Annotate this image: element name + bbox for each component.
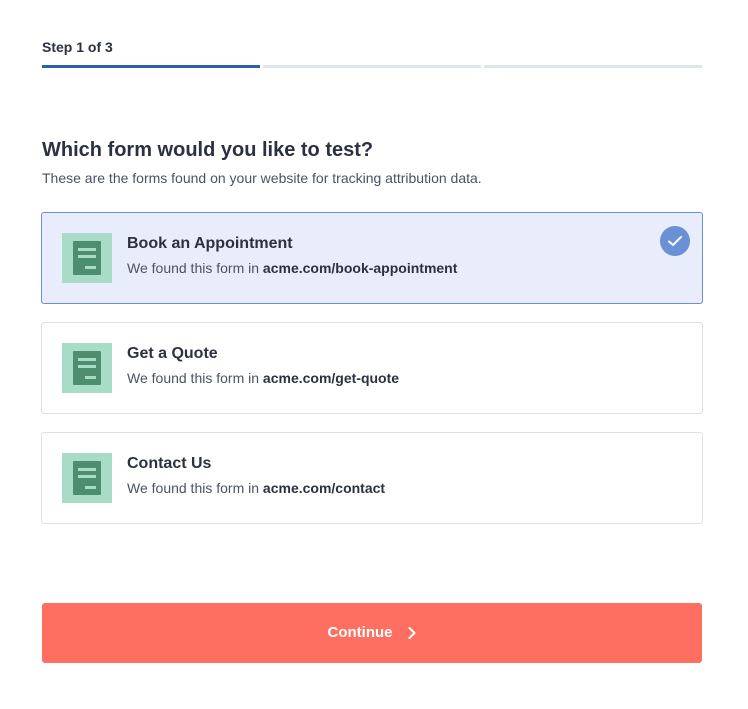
step-progress: [42, 65, 702, 68]
continue-button[interactable]: Continue: [42, 603, 702, 663]
step-bar-2: [263, 65, 481, 68]
form-option-url: acme.com/contact: [262, 480, 386, 496]
form-option-url: acme.com/book-appointment: [262, 260, 458, 276]
form-option-url: acme.com/get-quote: [262, 370, 400, 386]
page-title: Which form would you like to test?: [42, 139, 374, 161]
form-option-get-quote[interactable]: Get a Quote We found this form in acme.c…: [41, 322, 703, 414]
form-document-icon: [62, 453, 112, 503]
form-option-title: Contact Us: [127, 455, 212, 472]
step-label: Step 1 of 3: [42, 39, 113, 55]
step-bar-1: [42, 65, 260, 68]
form-option-title: Get a Quote: [127, 345, 218, 362]
step-bar-3: [484, 65, 702, 68]
form-option-title: Book an Appointment: [127, 235, 293, 252]
page-subtitle: These are the forms found on your websit…: [42, 170, 482, 186]
form-document-icon: [62, 233, 112, 283]
form-option-description: We found this form in acme.com/get-quote: [127, 370, 400, 386]
form-document-icon: [62, 343, 112, 393]
continue-label: Continue: [327, 624, 393, 641]
chevron-right-icon: [407, 626, 417, 640]
form-option-book-appointment[interactable]: Book an Appointment We found this form i…: [41, 212, 703, 304]
form-option-description: We found this form in acme.com/contact: [127, 480, 386, 496]
checkmark-icon: [660, 226, 690, 256]
stepper: Step 1 of 3: [42, 38, 702, 68]
form-option-contact-us[interactable]: Contact Us We found this form in acme.co…: [41, 432, 703, 524]
form-option-description: We found this form in acme.com/book-appo…: [127, 260, 458, 276]
